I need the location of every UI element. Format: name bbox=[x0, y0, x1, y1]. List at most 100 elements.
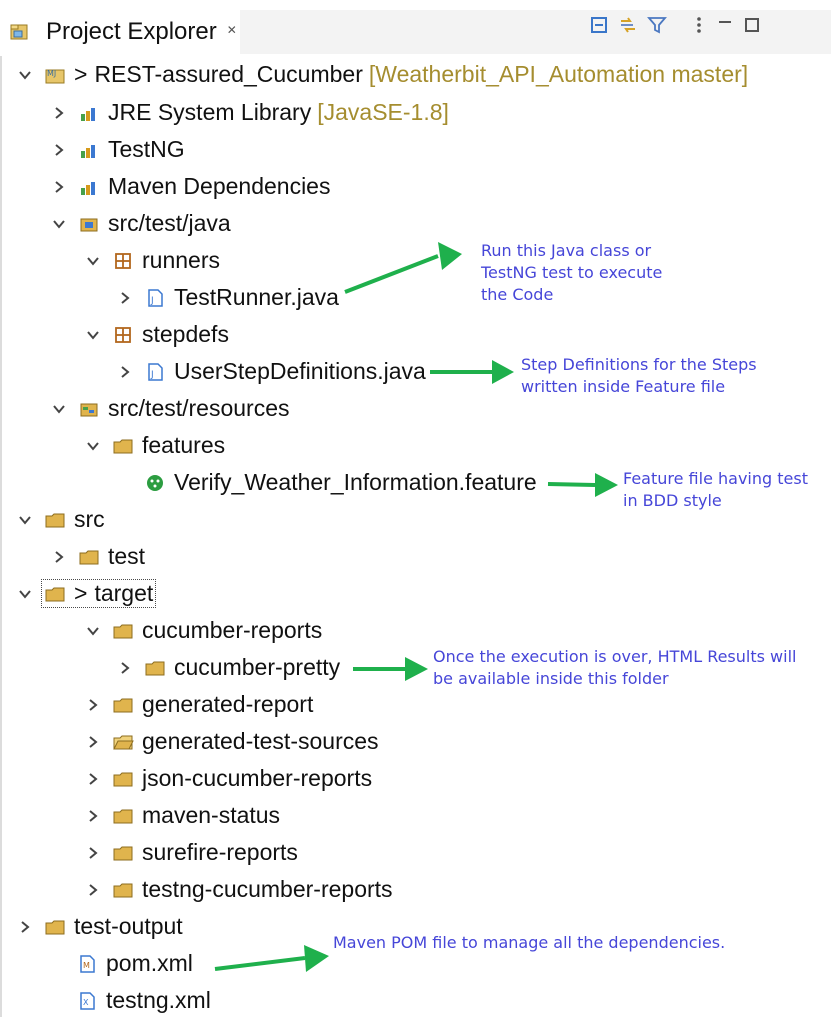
view-menu-icon[interactable] bbox=[688, 14, 710, 36]
chevron-right-icon[interactable] bbox=[14, 916, 36, 938]
runner-annotation-line: TestNG test to execute bbox=[481, 263, 663, 282]
chevron-right-icon[interactable] bbox=[48, 139, 70, 161]
folder-icon bbox=[112, 842, 134, 864]
project-explorer-tab[interactable]: Project Explorer ✕ bbox=[8, 10, 240, 54]
tree-item-label: src/test/java bbox=[108, 210, 231, 236]
git-decoration: [Weatherbit_API_Automation master] bbox=[368, 61, 749, 87]
runner-annotation: Run this Java class or TestNG test to ex… bbox=[481, 240, 662, 306]
chevron-right-icon[interactable] bbox=[82, 768, 104, 790]
chevron-down-icon[interactable] bbox=[14, 583, 36, 605]
tree-item-label: testng.xml bbox=[106, 987, 211, 1013]
chevron-down-icon[interactable] bbox=[82, 250, 104, 272]
chevron-right-icon[interactable] bbox=[82, 879, 104, 901]
tree-item-testrunner-java[interactable]: J TestRunner.java bbox=[114, 279, 339, 316]
tree-item-cucumber-pretty[interactable]: cucumber-pretty bbox=[114, 649, 340, 686]
tree-item-testng-cucumber-reports[interactable]: testng-cucumber-reports bbox=[82, 871, 393, 908]
xml-file-icon: X bbox=[76, 990, 98, 1012]
folder-icon bbox=[112, 805, 134, 827]
package-icon bbox=[112, 250, 134, 272]
tree-item-src[interactable]: src bbox=[14, 501, 105, 538]
chevron-down-icon[interactable] bbox=[14, 64, 36, 86]
package-icon bbox=[112, 324, 134, 346]
chevron-right-icon[interactable] bbox=[48, 176, 70, 198]
tree-item-testng[interactable]: TestNG bbox=[48, 131, 185, 168]
reports-annotation-line: Once the execution is over, HTML Results… bbox=[433, 647, 797, 666]
tree-item-test-output[interactable]: test-output bbox=[14, 908, 183, 945]
tree-item-maven-status[interactable]: maven-status bbox=[82, 797, 280, 834]
tree-item-stepdefs[interactable]: stepdefs bbox=[82, 316, 229, 353]
tree-item-src-test-java[interactable]: src/test/java bbox=[48, 205, 231, 242]
chevron-right-icon[interactable] bbox=[48, 546, 70, 568]
tree-item-generated-report[interactable]: generated-report bbox=[82, 686, 313, 723]
chevron-down-icon[interactable] bbox=[48, 398, 70, 420]
tree-item-label: cucumber-pretty bbox=[174, 654, 341, 680]
chevron-down-icon[interactable] bbox=[82, 435, 104, 457]
chevron-down-icon[interactable] bbox=[82, 620, 104, 642]
source-folder-icon bbox=[78, 213, 100, 235]
tree-item-label: pom.xml bbox=[106, 950, 193, 976]
project-explorer-header: Project Explorer ✕ bbox=[0, 0, 831, 56]
tree-item-label: target bbox=[94, 580, 154, 606]
tree-item-label: src/test/resources bbox=[108, 395, 290, 421]
chevron-right-icon[interactable] bbox=[82, 805, 104, 827]
tree-item-label: json-cucumber-reports bbox=[142, 765, 373, 791]
close-icon[interactable]: ✕ bbox=[227, 23, 237, 37]
tree-item-json-cucumber-reports[interactable]: json-cucumber-reports bbox=[82, 760, 372, 797]
tree-item-features[interactable]: features bbox=[82, 427, 225, 464]
chevron-down-icon[interactable] bbox=[82, 324, 104, 346]
chevron-down-icon[interactable] bbox=[48, 213, 70, 235]
tree-item-feature-file[interactable]: Verify_Weather_Information.feature bbox=[144, 464, 537, 501]
chevron-right-icon[interactable] bbox=[114, 287, 136, 309]
chevron-right-icon[interactable] bbox=[114, 657, 136, 679]
feature-annotation: Feature file having test in BDD style bbox=[623, 468, 808, 512]
tree-item-label: test-output bbox=[74, 913, 183, 939]
chevron-right-icon[interactable] bbox=[82, 842, 104, 864]
folder-icon bbox=[78, 546, 100, 568]
tree-item-test[interactable]: test bbox=[48, 538, 145, 575]
svg-text:X: X bbox=[83, 998, 89, 1007]
tree-item-generated-test-sources[interactable]: generated-test-sources bbox=[82, 723, 379, 760]
tree-item-label: stepdefs bbox=[142, 321, 229, 347]
chevron-down-icon[interactable] bbox=[14, 509, 36, 531]
stepdefs-annotation-line: written inside Feature file bbox=[521, 377, 726, 396]
folder-icon bbox=[112, 694, 134, 716]
svg-text:J: J bbox=[150, 370, 154, 380]
tree-item-label: Maven Dependencies bbox=[108, 173, 331, 199]
folder-icon bbox=[112, 620, 134, 642]
reports-annotation-line: be available inside this folder bbox=[433, 669, 669, 688]
tree-item-runners[interactable]: runners bbox=[82, 242, 220, 279]
tree-item-src-test-resources[interactable]: src/test/resources bbox=[48, 390, 290, 427]
link-with-editor-icon[interactable] bbox=[617, 14, 639, 36]
tree-item-jre-system-library[interactable]: JRE System Library [JavaSE-1.8] bbox=[48, 94, 449, 131]
folder-icon bbox=[44, 583, 66, 605]
tree-item-userstepdefinitions-java[interactable]: J UserStepDefinitions.java bbox=[114, 353, 426, 390]
chevron-right-icon[interactable] bbox=[82, 694, 104, 716]
tree-item-cucumber-reports[interactable]: cucumber-reports bbox=[82, 612, 322, 649]
tree-item-testng-xml[interactable]: X testng.xml bbox=[76, 982, 211, 1019]
maximize-icon[interactable] bbox=[741, 14, 763, 36]
tree-item-prefix: > bbox=[74, 61, 88, 87]
library-icon bbox=[78, 176, 100, 198]
tree-item-label: surefire-reports bbox=[142, 839, 298, 865]
tree-item-label: maven-status bbox=[142, 802, 281, 828]
open-folder-icon bbox=[112, 731, 134, 753]
filter-icon[interactable] bbox=[646, 14, 668, 36]
collapse-all-icon[interactable] bbox=[588, 14, 610, 36]
chevron-right-icon[interactable] bbox=[82, 731, 104, 753]
tree-item-pom-xml[interactable]: M pom.xml bbox=[76, 945, 193, 982]
project-icon: MJ bbox=[44, 64, 66, 86]
minimize-icon[interactable] bbox=[714, 14, 736, 36]
tree-item-surefire-reports[interactable]: surefire-reports bbox=[82, 834, 298, 871]
runner-annotation-line: Run this Java class or bbox=[481, 241, 652, 260]
chevron-right-icon[interactable] bbox=[114, 361, 136, 383]
tree-item-project-root[interactable]: MJ > REST-assured_Cucumber [Weatherbit_A… bbox=[14, 56, 748, 93]
java-file-icon: J bbox=[144, 361, 166, 383]
tree-item-label: TestNG bbox=[108, 136, 185, 162]
tree-item-target[interactable]: > target bbox=[14, 575, 157, 612]
svg-text:J: J bbox=[150, 296, 154, 306]
chevron-right-icon[interactable] bbox=[48, 102, 70, 124]
tree-item-label: TestRunner.java bbox=[174, 284, 339, 310]
tree-item-label: runners bbox=[142, 247, 220, 273]
tree-item-maven-dependencies[interactable]: Maven Dependencies bbox=[48, 168, 330, 205]
tree-item-label: REST-assured_Cucumber bbox=[94, 61, 363, 87]
